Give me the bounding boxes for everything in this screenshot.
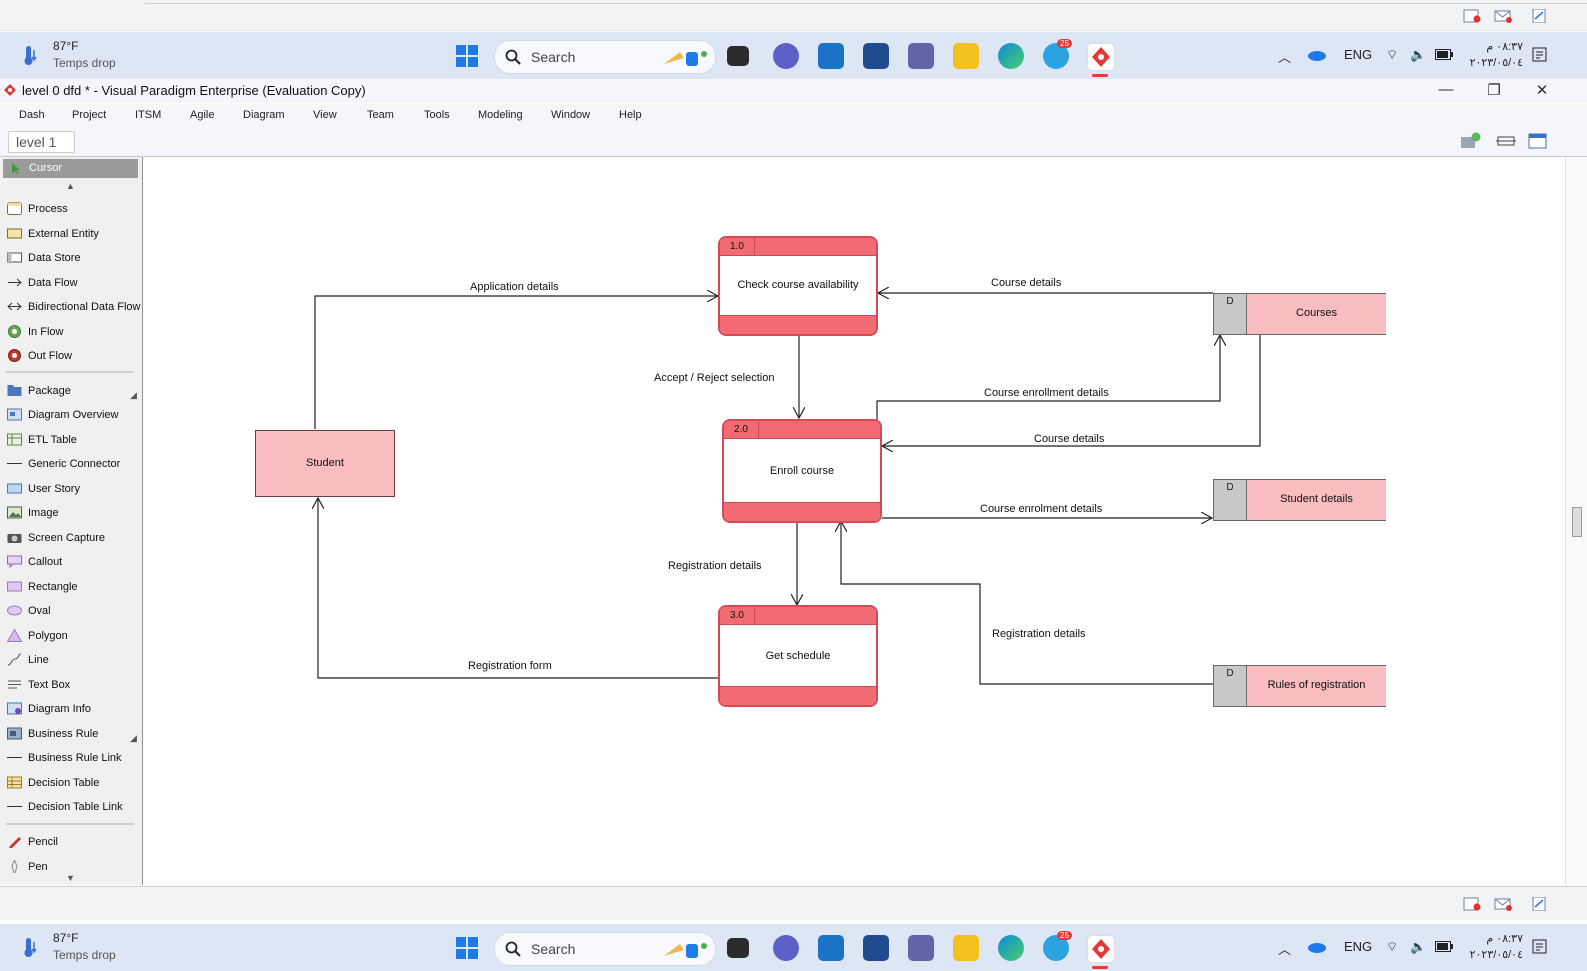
data-store-courses[interactable]: D Courses	[1213, 293, 1386, 335]
data-store-rules-of-registration[interactable]: D Rules of registration	[1213, 665, 1386, 707]
clock-date: ٢٠٢٣/٠٥/٠٤	[1469, 949, 1523, 961]
flow-label: Course details	[991, 277, 1062, 289]
flow-course-enrollment-details[interactable]	[876, 335, 1220, 420]
process-number: 3.0	[720, 607, 755, 624]
mail-app-icon[interactable]	[818, 935, 844, 961]
notification-icon[interactable]	[1532, 939, 1548, 955]
windows-start-icon[interactable]	[455, 936, 479, 960]
tray-chevron-up-icon[interactable]: ︿	[1278, 939, 1291, 958]
calendar-icon[interactable]	[1463, 897, 1481, 911]
chat-icon[interactable]	[773, 935, 799, 961]
wifi-icon[interactable]: ⌔	[1386, 939, 1398, 955]
mail-icon[interactable]	[1494, 897, 1512, 911]
data-store-student-details[interactable]: D Student details	[1213, 479, 1386, 521]
flow-label: Application details	[470, 281, 559, 293]
external-entity-student[interactable]: Student	[255, 430, 395, 497]
weather-icon[interactable]	[22, 936, 38, 958]
flow-label: Registration details	[668, 560, 762, 572]
flow-label: Registration form	[468, 660, 552, 672]
battery-icon[interactable]	[1435, 941, 1453, 952]
process-name: Enroll course	[769, 465, 835, 477]
visual-paradigm-icon[interactable]	[1087, 935, 1115, 963]
data-store-name: Student details	[1280, 493, 1353, 505]
taskbar-search-label: Search	[531, 941, 576, 957]
taskbar-bottom: 87°F Temps drop Search 25 ︿ ENG ⌔ 🔈 ٠٨:٣…	[0, 924, 1587, 971]
search-icon	[505, 941, 521, 957]
taskbar-clock[interactable]: ٠٨:٣٧ م ٢٠٢٣/٠٥/٠٤	[1467, 931, 1523, 963]
flow-label: Registration details	[992, 628, 1086, 640]
file-explorer-icon[interactable]	[953, 935, 979, 961]
process-name: Check course availability	[737, 279, 859, 291]
telegram-icon[interactable]: 25	[1043, 931, 1072, 961]
data-store-tag: D	[1214, 294, 1247, 334]
data-store-name: Courses	[1296, 307, 1337, 319]
teams-icon[interactable]	[908, 935, 934, 961]
flow-registration-details-2[interactable]	[841, 521, 1213, 685]
flow-label: Course enrollment details	[984, 387, 1109, 399]
weather-temperature: 87°F	[53, 931, 79, 945]
telegram-badge: 25	[1057, 931, 1072, 940]
task-view-icon[interactable]	[727, 938, 749, 958]
language-indicator[interactable]: ENG	[1344, 939, 1372, 954]
data-store-tag: D	[1214, 480, 1247, 520]
taskbar-search-box[interactable]: Search	[494, 932, 716, 966]
flow-application-details[interactable]	[314, 296, 718, 429]
clock-time: ٠٨:٣٧ م	[1486, 933, 1523, 945]
process-number: 1.0	[720, 238, 755, 255]
data-store-tag: D	[1214, 666, 1247, 706]
process-3[interactable]: 3.0 Get schedule	[718, 605, 878, 707]
notes-icon[interactable]	[1530, 897, 1548, 911]
store-icon[interactable]	[863, 935, 889, 961]
volume-icon[interactable]: 🔈	[1410, 939, 1426, 955]
process-name: Get schedule	[765, 650, 831, 662]
flow-label: Course enrolment details	[980, 503, 1103, 515]
search-highlight-icon	[664, 943, 707, 958]
process-number: 2.0	[724, 421, 759, 438]
edge-icon[interactable]	[998, 935, 1024, 961]
weather-condition: Temps drop	[53, 948, 116, 962]
flow-label: Course details	[1034, 433, 1105, 445]
onedrive-icon[interactable]	[1307, 941, 1327, 953]
process-2[interactable]: 2.0 Enroll course	[722, 419, 882, 523]
data-store-name: Rules of registration	[1267, 679, 1366, 691]
flow-label: Accept / Reject selection	[654, 372, 775, 384]
flow-registration-form[interactable]	[318, 498, 718, 679]
bottom-window-strip	[0, 886, 1587, 920]
process-1[interactable]: 1.0 Check course availability	[718, 236, 878, 336]
